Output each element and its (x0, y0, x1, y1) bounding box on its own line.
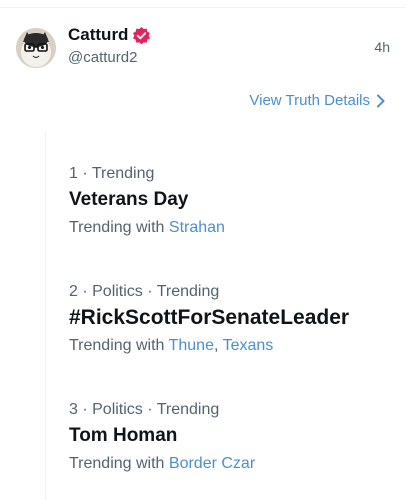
trend-link[interactable]: Thune (169, 337, 214, 354)
trend-title[interactable]: Veterans Day (69, 188, 389, 212)
trend-meta: 2 · Politics · Trending (69, 283, 220, 300)
link-separator: , (213, 337, 223, 354)
timestamp[interactable]: 4h (374, 39, 390, 55)
trending-with: Trending with Thune, Texans (69, 336, 389, 356)
name-row: Catturd (68, 24, 151, 46)
trending-with: Trending with Border Czar (69, 454, 389, 474)
view-details-label: View Truth Details (249, 92, 370, 109)
trend-meta: 1 · Trending (69, 165, 155, 182)
trend-item[interactable]: 2 · Politics · Trending #RickScottForSen… (69, 282, 389, 356)
author-block: Catturd @catturd2 (68, 24, 151, 68)
cat-avatar-icon (16, 28, 56, 68)
quote-rule (45, 132, 46, 500)
view-truth-details-link[interactable]: View Truth Details (249, 92, 386, 109)
trending-with-prefix: Trending with (69, 337, 165, 354)
post-header: Catturd @catturd2 4h (16, 24, 390, 72)
top-divider (0, 7, 406, 8)
chevron-right-icon (376, 94, 386, 108)
trend-link[interactable]: Texans (223, 337, 274, 354)
trend-link[interactable]: Border Czar (169, 455, 255, 472)
handle[interactable]: @catturd2 (68, 48, 151, 68)
trend-title[interactable]: Tom Homan (69, 424, 389, 448)
trend-meta: 3 · Politics · Trending (69, 401, 220, 418)
trending-with: Trending with Strahan (69, 218, 389, 238)
trend-item[interactable]: 1 · Trending Veterans Day Trending with … (69, 164, 389, 238)
display-name[interactable]: Catturd (68, 24, 128, 46)
verified-badge-icon (132, 26, 151, 45)
trend-item[interactable]: 3 · Politics · Trending Tom Homan Trendi… (69, 400, 389, 474)
trending-with-prefix: Trending with (69, 455, 165, 472)
trending-with-prefix: Trending with (69, 219, 165, 236)
trend-link[interactable]: Strahan (169, 219, 225, 236)
trend-title[interactable]: #RickScottForSenateLeader (69, 306, 389, 330)
avatar[interactable] (16, 28, 56, 68)
